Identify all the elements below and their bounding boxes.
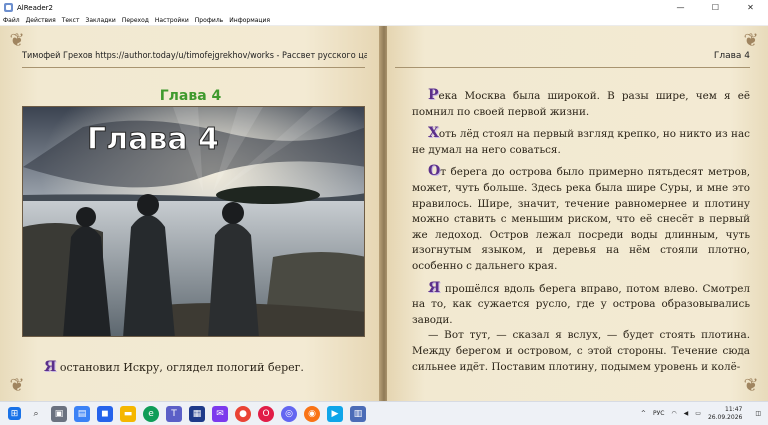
chapter-running-header: Глава 4	[713, 51, 750, 61]
app-blue-icon[interactable]: ▦	[189, 405, 205, 422]
media-icon[interactable]: ▶	[327, 405, 343, 422]
input-language[interactable]: РУС	[653, 410, 664, 417]
window-title: AlReader2	[17, 3, 53, 12]
dropcap: О	[428, 163, 441, 180]
paragraph: Хоть лёд стоял на первый взгляд крепко, …	[412, 125, 750, 158]
app-icon	[4, 3, 13, 12]
menu-settings[interactable]: Настройки	[155, 17, 189, 24]
corner-ornament-icon: ❦	[743, 30, 759, 51]
edge-icon[interactable]: e	[143, 405, 159, 422]
task-view-icon[interactable]: ▣	[51, 405, 67, 422]
system-tray: ^ РУС ◠ ◀ ▭ 11:47 26.09.2026 ◫	[641, 406, 768, 422]
dropcap: Я	[428, 279, 441, 296]
dropcap: Р	[428, 87, 439, 103]
menu-goto[interactable]: Переход	[122, 17, 149, 24]
volume-icon[interactable]: ◀	[684, 410, 689, 417]
corner-ornament-icon: ❦	[9, 375, 25, 396]
paragraph-text: ека Москва была широкой. В разы шире, че…	[412, 90, 750, 118]
paragraph-text: т берега до острова было примерно пятьде…	[412, 166, 750, 272]
illustration-title: Глава 4	[87, 122, 219, 157]
browser-icon[interactable]: ◎	[281, 405, 297, 422]
maximize-button[interactable]: ☐	[698, 0, 733, 15]
title-bar: AlReader2 — ☐ ✕	[0, 0, 768, 15]
search-icon[interactable]: ⌕	[28, 406, 44, 422]
running-header: Тимофей Грехов https://author.today/u/ti…	[22, 51, 367, 61]
widgets-icon[interactable]: ▤	[74, 405, 90, 422]
chrome-icon[interactable]: ●	[235, 405, 251, 422]
minimize-button[interactable]: —	[663, 0, 698, 15]
menu-text[interactable]: Текст	[62, 17, 80, 24]
menu-file[interactable]: Файл	[3, 17, 20, 24]
paragraph-text: оть лёд стоял на первый взгляд крепко, н…	[412, 128, 750, 156]
opera-icon[interactable]: O	[258, 405, 274, 422]
book-view[interactable]: ❦ ❦ Тимофей Грехов https://author.today/…	[0, 26, 768, 401]
menu-profile[interactable]: Профиль	[195, 17, 223, 24]
chapter-heading: Глава 4	[159, 88, 222, 104]
header-divider	[395, 67, 750, 68]
header-divider	[22, 67, 365, 68]
right-text-body: Река Москва была широкой. В разы шире, ч…	[412, 87, 750, 375]
paragraph: Река Москва была широкой. В разы шире, ч…	[412, 87, 750, 120]
corner-ornament-icon: ❦	[9, 30, 25, 51]
taskbar: ⊞ ⌕ ▣ ▤ ◼ ▬ e T ▦ ✉ ● O ◎ ◉ ▶ ▥ ^ РУС ◠ …	[0, 401, 768, 425]
left-paragraph: Я остановил Искру, оглядел пологий берег…	[44, 359, 364, 375]
chapter-illustration: Глава 4	[22, 106, 365, 337]
menu-bar: Файл Действия Текст Закладки Переход Нас…	[0, 15, 768, 26]
mail-icon[interactable]: ✉	[212, 405, 228, 422]
alreader-icon[interactable]: ▥	[350, 405, 366, 422]
close-button[interactable]: ✕	[733, 0, 768, 15]
windows-start-icon[interactable]: ⊞	[8, 407, 21, 420]
paragraph: Я прошёлся вдоль берега вправо, потом вл…	[412, 279, 750, 329]
dropcap: Х	[428, 125, 439, 142]
file-explorer-icon[interactable]: ▬	[120, 405, 136, 422]
paragraph: От берега до острова было примерно пятьд…	[412, 164, 750, 274]
paragraph: — Вот тут, — сказал я вслух, — будет сто…	[412, 328, 750, 375]
clock[interactable]: 11:47 26.09.2026	[708, 406, 749, 422]
notifications-icon[interactable]: ◫	[755, 410, 761, 417]
corner-ornament-icon: ❦	[743, 375, 759, 396]
menu-actions[interactable]: Действия	[26, 17, 56, 24]
store-icon[interactable]: ◼	[97, 405, 113, 422]
paragraph-text: — Вот тут, — сказал я вслух, — будет сто…	[412, 329, 750, 373]
battery-icon[interactable]: ▭	[695, 410, 701, 417]
clock-date: 26.09.2026	[707, 413, 743, 421]
teams-icon[interactable]: T	[166, 405, 182, 422]
clock-time: 11:47	[725, 405, 743, 413]
chevron-up-icon[interactable]: ^	[641, 410, 646, 417]
wifi-icon[interactable]: ◠	[671, 410, 676, 417]
firefox-icon[interactable]: ◉	[304, 405, 320, 422]
paragraph-text: прошёлся вдоль берега вправо, потом влев…	[412, 282, 750, 326]
left-page[interactable]: ❦ ❦ Тимофей Грехов https://author.today/…	[0, 26, 381, 401]
menu-info[interactable]: Информация	[229, 17, 270, 24]
paragraph-text: остановил Искру, оглядел пологий берег.	[56, 361, 304, 374]
menu-bookmarks[interactable]: Закладки	[85, 17, 115, 24]
window-controls: — ☐ ✕	[663, 0, 768, 15]
dropcap: Я	[44, 359, 57, 375]
